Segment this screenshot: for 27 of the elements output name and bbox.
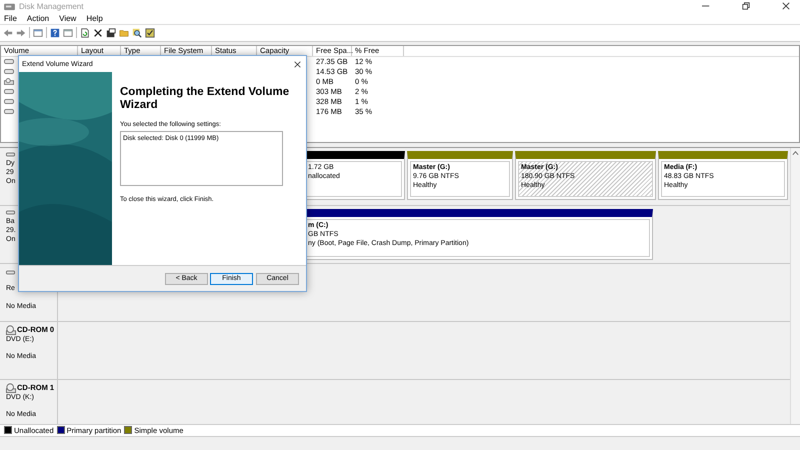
disc-drive-icon xyxy=(6,324,16,335)
drive-icon xyxy=(6,270,15,276)
menu-item[interactable]: Help xyxy=(86,14,103,23)
menu-item[interactable]: Action xyxy=(26,14,50,23)
checklist-icon[interactable] xyxy=(145,28,155,38)
wizard-heading: Completing the Extend Volume Wizard xyxy=(120,86,290,112)
properties-icon[interactable] xyxy=(106,28,116,38)
back-arrow-icon[interactable] xyxy=(3,28,13,38)
menu-item[interactable]: File xyxy=(4,14,17,23)
forward-arrow-icon[interactable] xyxy=(16,28,26,38)
restore-icon[interactable] xyxy=(742,2,750,10)
scroll-up-icon[interactable] xyxy=(792,150,799,156)
delete-icon[interactable] xyxy=(93,28,103,38)
close-icon[interactable] xyxy=(294,60,301,68)
disk-management-icon xyxy=(4,2,15,11)
window-pane-icon[interactable] xyxy=(33,28,43,38)
drive-icon xyxy=(6,152,15,158)
disc-drive-icon xyxy=(4,78,14,86)
close-icon[interactable] xyxy=(782,2,790,10)
drive-icon xyxy=(6,210,15,216)
window-title: Disk Management xyxy=(19,2,84,11)
window-pane-icon[interactable] xyxy=(63,28,73,38)
help-icon[interactable] xyxy=(50,28,60,38)
magnifier-icon[interactable] xyxy=(132,28,142,38)
refresh-document-icon[interactable] xyxy=(80,28,90,38)
disc-drive-icon xyxy=(6,382,16,393)
menu-item[interactable]: View xyxy=(59,14,76,23)
